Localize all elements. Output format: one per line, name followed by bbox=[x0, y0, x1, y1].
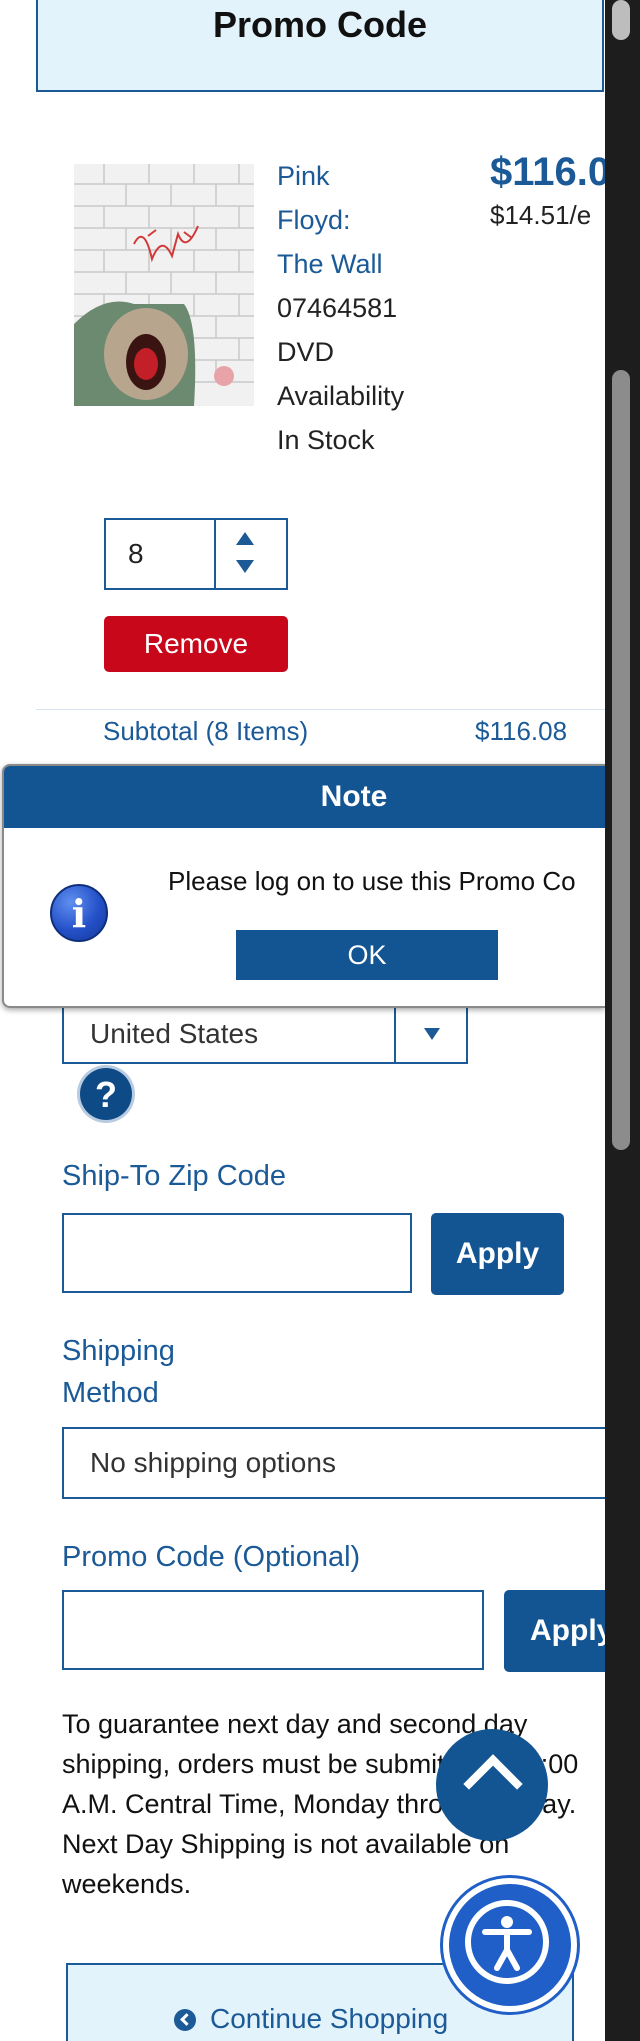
subtotal-value: $116.08 bbox=[475, 716, 568, 746]
zip-code-label: Ship-To Zip Code bbox=[62, 1160, 287, 1192]
promo-code-label: Promo Code (Optional) bbox=[62, 1541, 361, 1573]
chevron-down-icon[interactable] bbox=[424, 1028, 440, 1040]
shipping-method-select[interactable]: No shipping options bbox=[62, 1427, 605, 1499]
product-title-link[interactable]: Pink Floyd: The Wall bbox=[277, 154, 417, 286]
info-icon: i bbox=[50, 884, 108, 942]
ok-button[interactable]: OK bbox=[236, 930, 498, 980]
quantity-value[interactable]: 8 bbox=[128, 538, 144, 570]
product-title-line: Floyd: bbox=[277, 205, 351, 235]
shipping-label-line: Method bbox=[62, 1377, 159, 1409]
product-title-line: The Wall bbox=[277, 249, 383, 279]
accessibility-icon bbox=[465, 1900, 549, 1984]
note-dialog: Note i Please log on to use this Promo C… bbox=[2, 764, 605, 1008]
promo-code-banner[interactable]: Promo Code bbox=[36, 0, 604, 92]
product-format: DVD bbox=[277, 337, 335, 367]
scroll-to-top-button[interactable] bbox=[436, 1729, 548, 1841]
quantity-stepper[interactable]: 8 bbox=[104, 518, 288, 590]
shipping-method-label: Shipping Method bbox=[62, 1330, 175, 1414]
zip-apply-button[interactable]: Apply bbox=[431, 1213, 564, 1295]
help-icon[interactable]: ? bbox=[80, 1068, 132, 1120]
promo-banner-title: Promo Code bbox=[212, 4, 427, 45]
accessibility-button[interactable] bbox=[449, 1884, 571, 2006]
chevron-left-circle-icon bbox=[174, 2009, 196, 2031]
product-thumbnail[interactable] bbox=[74, 164, 254, 406]
continue-shopping-label: Continue Shopping bbox=[210, 2003, 449, 2034]
promo-code-input[interactable] bbox=[62, 1590, 484, 1670]
chevron-up-icon bbox=[463, 1754, 523, 1814]
quantity-divider bbox=[214, 520, 216, 588]
country-selected-value: United States bbox=[90, 1018, 259, 1049]
cart-page: Promo Code Pink Floyd: The Wall 07464581… bbox=[0, 0, 605, 2041]
shipping-label-line: Shipping bbox=[62, 1335, 175, 1367]
increment-icon[interactable] bbox=[236, 532, 254, 545]
country-select[interactable]: United States bbox=[62, 1004, 468, 1064]
line-price: $116.0 bbox=[490, 150, 605, 194]
select-divider bbox=[394, 1006, 396, 1062]
subtotal-label: Subtotal (8 Items) bbox=[103, 716, 309, 746]
scrollbar-cap bbox=[612, 0, 630, 40]
unit-price: $14.51/e bbox=[490, 200, 592, 230]
divider bbox=[36, 709, 605, 710]
dialog-title: Note bbox=[320, 780, 388, 813]
zip-code-input[interactable] bbox=[62, 1213, 412, 1293]
remove-button[interactable]: Remove bbox=[104, 616, 288, 672]
dialog-message: Please log on to use this Promo Co bbox=[168, 866, 576, 896]
product-title-line: Pink bbox=[277, 161, 330, 191]
scrollbar-thumb[interactable] bbox=[612, 370, 630, 1150]
product-meta: 07464581 DVD Availability In Stock bbox=[277, 286, 407, 462]
availability-label: Availability bbox=[277, 381, 405, 411]
dialog-header: Note bbox=[4, 766, 605, 828]
product-sku: 07464581 bbox=[277, 293, 398, 323]
decrement-icon[interactable] bbox=[236, 560, 254, 573]
promo-apply-button[interactable]: Apply bbox=[504, 1590, 605, 1672]
stock-status: In Stock bbox=[277, 425, 375, 455]
product-image bbox=[74, 164, 254, 406]
shipping-selected-value: No shipping options bbox=[90, 1447, 336, 1478]
